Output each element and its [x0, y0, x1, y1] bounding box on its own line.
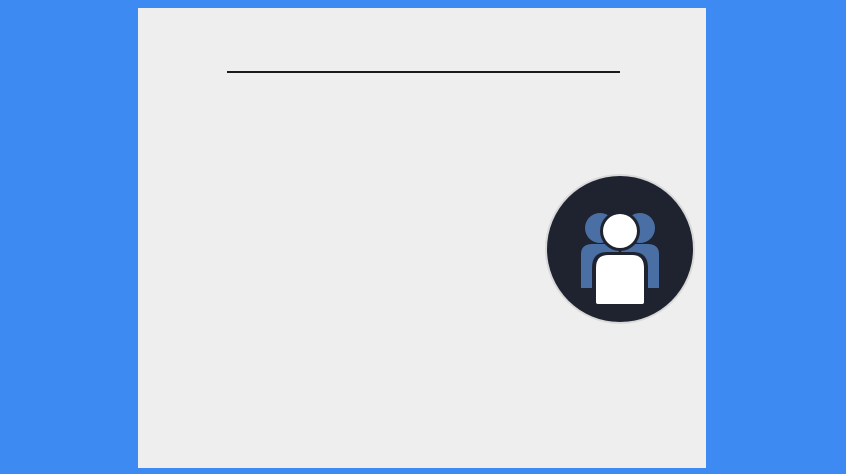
- header-divider: [227, 71, 620, 73]
- users-group-icon: [581, 211, 659, 306]
- users-avatar-button[interactable]: [547, 176, 693, 322]
- page-background: [0, 0, 846, 474]
- content-card: [138, 8, 706, 468]
